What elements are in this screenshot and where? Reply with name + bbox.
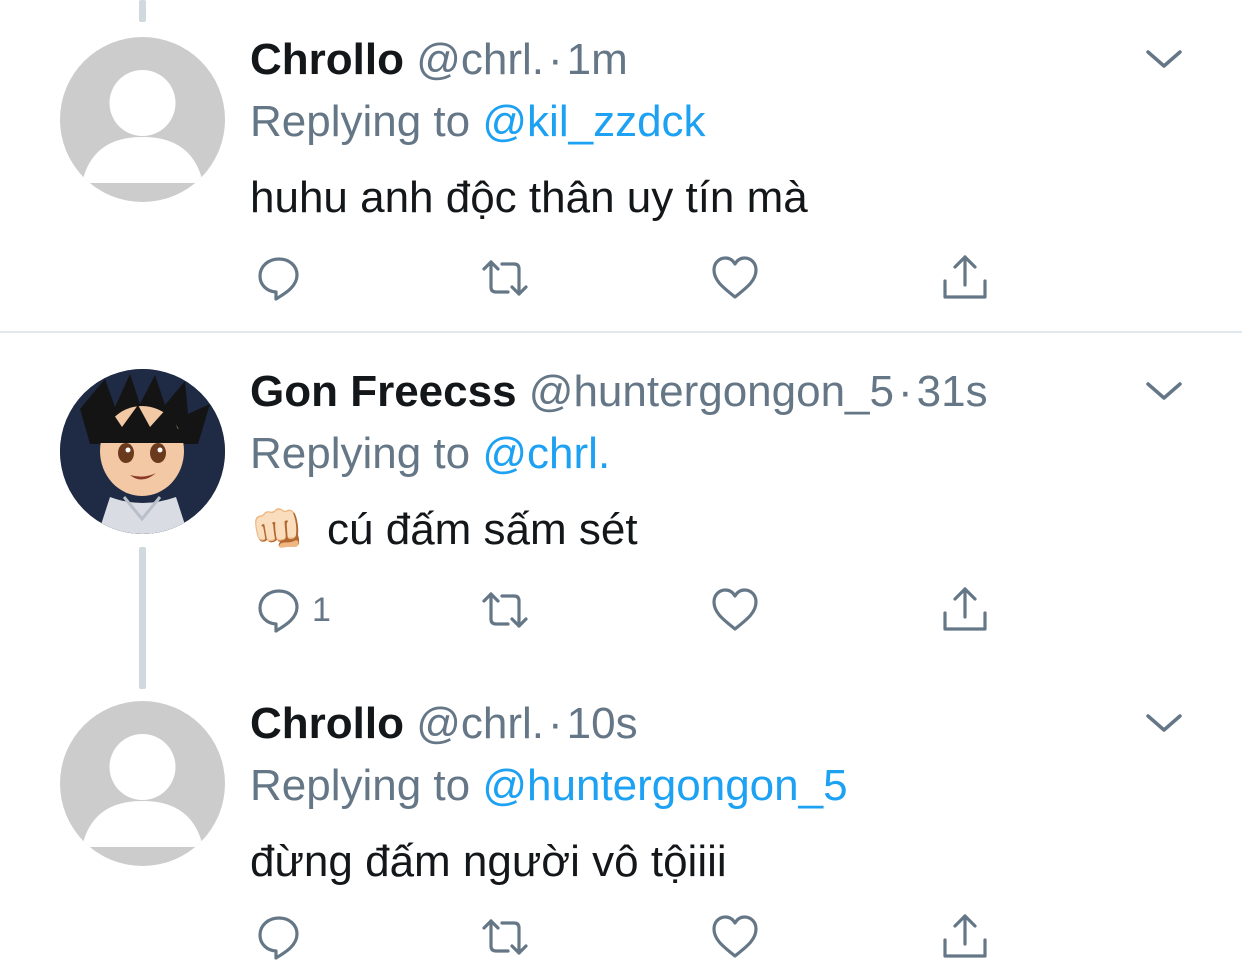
action-bar [250, 909, 1010, 965]
action-bar: 1 [250, 582, 1010, 638]
user-handle[interactable]: @chrl. [416, 35, 544, 84]
timestamp[interactable]: 10s [567, 699, 638, 748]
display-name[interactable]: Gon Freecss [250, 367, 517, 416]
tweet-text: cú đấm sấm sét [327, 505, 638, 554]
separator-dot: · [898, 367, 913, 416]
reply-button[interactable]: 1 [254, 582, 331, 638]
like-button[interactable] [710, 582, 760, 638]
tweet-3[interactable]: Chrollo @chrl.·10s Replying to @huntergo… [0, 664, 1242, 977]
mention-link[interactable]: @huntergongon_5 [482, 761, 847, 810]
action-bar [250, 250, 1010, 306]
display-name[interactable]: Chrollo [250, 35, 404, 84]
chevron-down-icon[interactable] [1142, 376, 1186, 406]
user-handle[interactable]: @huntergongon_5 [529, 367, 894, 416]
display-name[interactable]: Chrollo [250, 699, 404, 748]
retweet-button[interactable] [480, 582, 530, 638]
like-button[interactable] [710, 250, 760, 306]
avatar[interactable] [60, 369, 225, 534]
reply-icon [258, 916, 299, 960]
reply-icon [258, 589, 299, 633]
tweet-header: Gon Freecss @huntergongon_5·31s [250, 366, 988, 418]
tweet-2[interactable]: Gon Freecss @huntergongon_5·31s Replying… [0, 332, 1242, 689]
share-icon [943, 255, 987, 299]
user-handle[interactable]: @chrl. [416, 699, 544, 748]
replying-to: Replying to @chrl. [250, 428, 610, 480]
mention-link[interactable]: @kil_zzdck [482, 97, 705, 146]
reply-icon [258, 257, 299, 301]
replying-label: Replying to [250, 97, 471, 146]
chevron-down-icon[interactable] [1142, 44, 1186, 74]
retweet-icon [482, 592, 528, 628]
default-avatar-icon [82, 70, 203, 183]
retweet-button[interactable] [480, 250, 530, 306]
default-avatar-icon [82, 734, 203, 847]
like-button[interactable] [710, 909, 760, 965]
separator-dot: · [548, 35, 563, 84]
reply-button[interactable] [254, 250, 312, 306]
separator-dot: · [548, 699, 563, 748]
anime-boy-avatar-icon [60, 369, 225, 534]
retweet-icon [482, 919, 528, 955]
tweet-text-row: 👊🏻 cú đấm sấm sét [250, 504, 638, 556]
tweet-text: đừng đấm người vô tộiiii [250, 837, 727, 886]
heart-icon [712, 588, 758, 631]
heart-icon [712, 256, 758, 299]
share-icon [943, 587, 987, 631]
replying-label: Replying to [250, 429, 471, 478]
avatar[interactable] [60, 701, 225, 866]
share-button[interactable] [940, 250, 990, 306]
fist-emoji: 👊🏻 [250, 505, 305, 554]
timestamp[interactable]: 1m [567, 35, 628, 84]
share-icon [943, 914, 987, 958]
tweet-header: Chrollo @chrl.·10s [250, 698, 638, 750]
chevron-down-icon[interactable] [1142, 708, 1186, 738]
tweet-header: Chrollo @chrl.·1m [250, 34, 628, 86]
heart-icon [712, 915, 758, 958]
retweet-button[interactable] [480, 909, 530, 965]
avatar[interactable] [60, 37, 225, 202]
reply-count: 1 [312, 590, 331, 629]
timestamp[interactable]: 31s [917, 367, 988, 416]
reply-button[interactable] [254, 909, 312, 965]
share-button[interactable] [940, 909, 990, 965]
retweet-icon [482, 260, 528, 296]
replying-to: Replying to @huntergongon_5 [250, 760, 848, 812]
replying-to: Replying to @kil_zzdck [250, 96, 706, 148]
tweet-text: huhu anh độc thân uy tín mà [250, 173, 808, 222]
replying-label: Replying to [250, 761, 471, 810]
share-button[interactable] [940, 582, 990, 638]
mention-link[interactable]: @chrl. [482, 429, 610, 478]
tweet-1[interactable]: Chrollo @chrl.·1m Replying to @kil_zzdck… [0, 0, 1242, 332]
